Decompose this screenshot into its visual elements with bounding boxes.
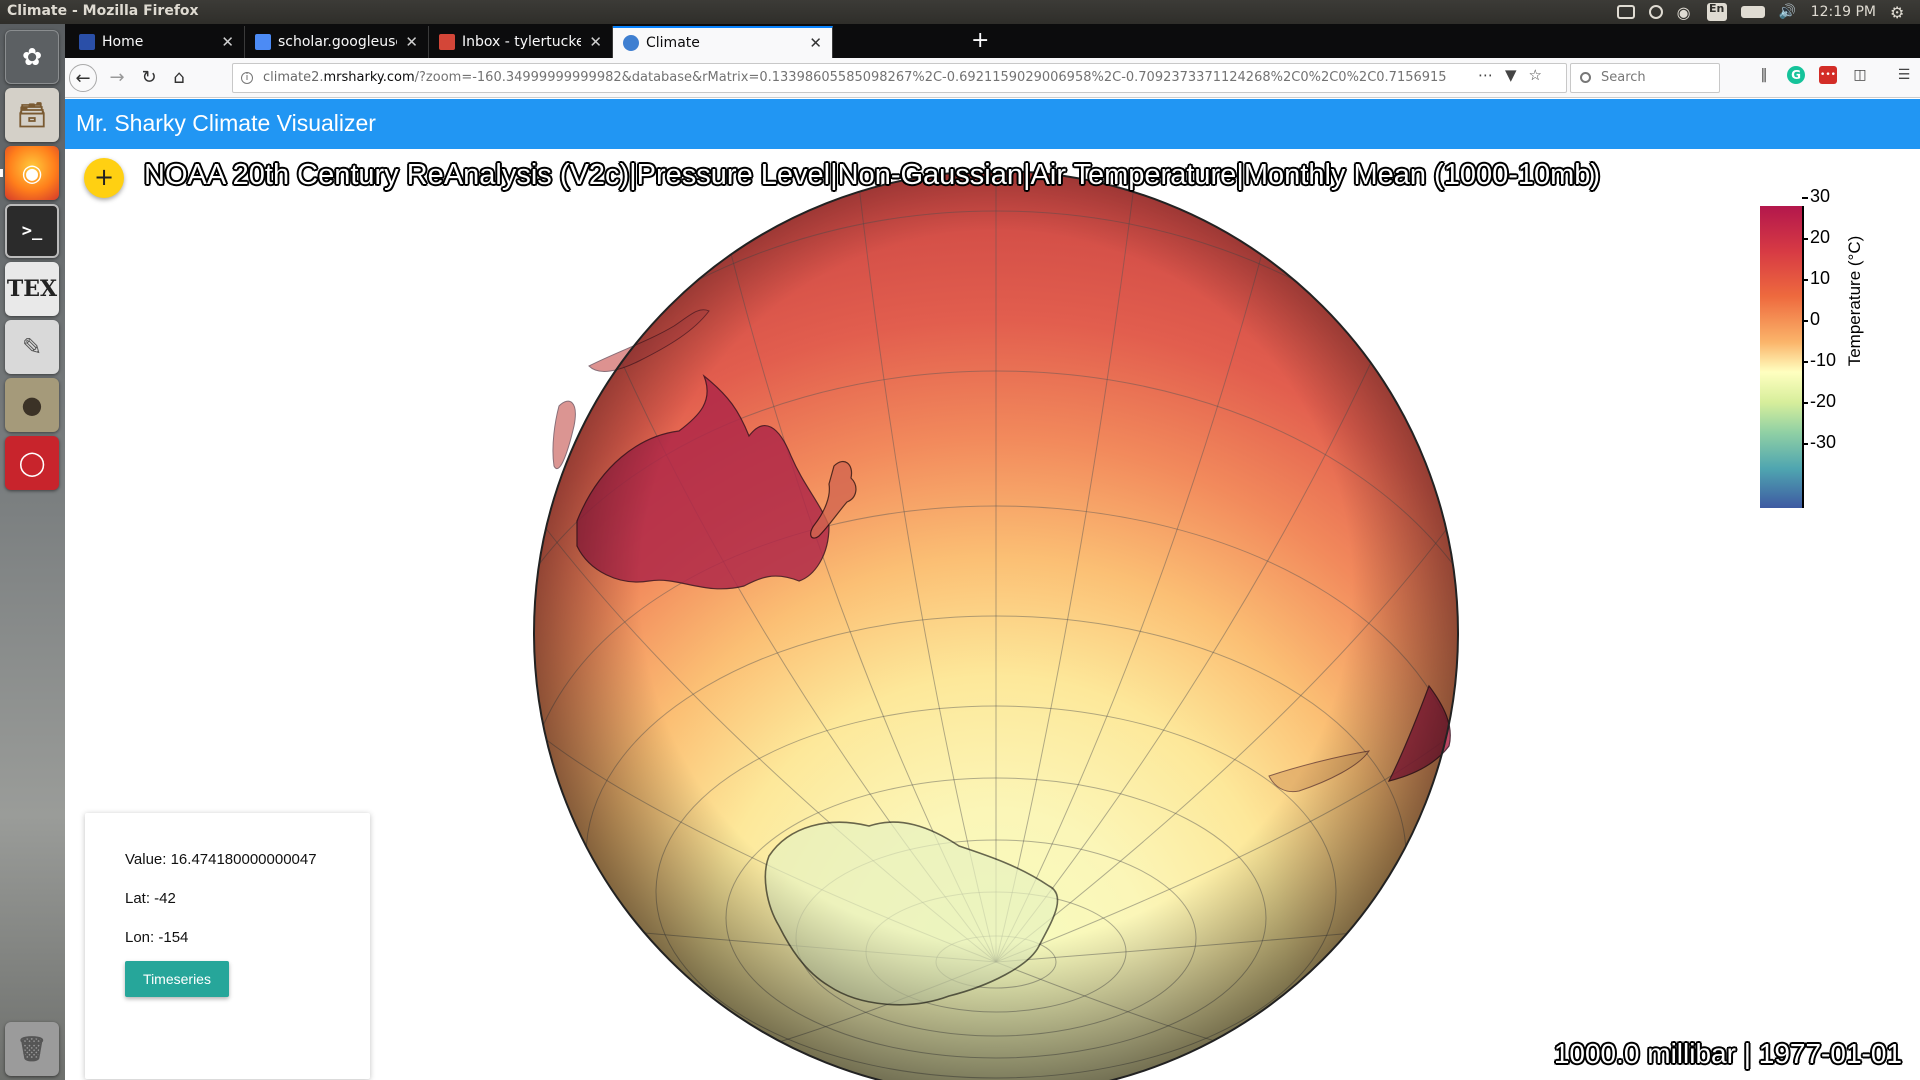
launcher-sidebar: ✿ 🗃 ◉ >_ TEX ✎ ● ◯ 🗑 [0,24,65,1080]
system-tray: ◉ En 🔊 12:19 PM ⚙ [1616,2,1906,22]
wifi-icon[interactable]: ◉ [1677,5,1693,21]
search-icon [1580,72,1591,83]
close-tab-icon[interactable]: ✕ [405,33,418,51]
gimp-icon[interactable]: ● [5,378,59,432]
tab-label: Climate [646,35,700,51]
dropbox-icon[interactable] [1616,5,1635,19]
files-icon[interactable]: 🗃 [5,88,59,142]
window-title: Climate - Mozilla Firefox [7,3,199,19]
app-header: Mr. Sharky Climate Visualizer [65,99,1920,149]
notification-icon[interactable] [1648,5,1663,19]
tab-inbox[interactable]: Inbox - tylertucker202@ ✕ [429,26,613,58]
level-date-label: 1000.0 millibar | 1977-01-01 [1553,1038,1902,1069]
browser-navigation-bar: ← → ↻ ⌂ i climate2.mrsharky.com/?zoom=-1… [65,58,1920,98]
colorbar-axis [1802,206,1804,508]
globe-map[interactable] [529,166,1463,1080]
page-actions-icon[interactable]: ⋯ [1478,66,1493,84]
document-viewer-icon[interactable]: ◯ [5,436,59,490]
point-info-card: Value: 16.474180000000047 Lat: -42 Lon: … [85,813,370,1079]
tab-label: Home [102,34,144,50]
firefox-icon[interactable]: ◉ [5,146,59,200]
bookmark-star-icon[interactable]: ☆ [1529,66,1542,84]
point-latitude: Lat: -42 [125,890,176,907]
tab-label: scholar.googleusercont [278,34,397,50]
toolbar-extensions: ‖ G ••• ◫ ☰ [1755,66,1913,84]
menu-hamburger-icon[interactable]: ☰ [1895,66,1913,84]
lastpass-icon[interactable]: ••• [1819,66,1837,84]
url-path: /?zoom=-160.34999999999982&database&rMat… [414,70,1447,85]
clock[interactable]: 12:19 PM [1811,4,1876,20]
temperature-colorbar [1760,206,1802,508]
app-main: + NOAA 20th Century ReAnalysis (V2c)|Pre… [65,149,1920,1080]
url-prefix: climate2. [263,70,324,85]
url-domain: mrsharky.com [323,70,415,85]
close-tab-icon[interactable]: ✕ [809,34,822,52]
reload-icon[interactable]: ↻ [135,64,163,92]
library-icon[interactable]: ‖ [1755,66,1773,84]
app-title: Mr. Sharky Climate Visualizer [76,110,376,136]
sidebar-icon[interactable]: ◫ [1851,66,1869,84]
url-bar[interactable]: i climate2.mrsharky.com/?zoom=-160.34999… [232,63,1567,93]
scholar-favicon-icon [255,34,271,50]
search-input[interactable]: Search [1570,63,1720,93]
home-icon[interactable]: ⌂ [165,64,193,92]
pocket-icon[interactable]: ▼ [1505,66,1517,84]
battery-icon[interactable] [1740,6,1765,18]
text-editor-icon[interactable]: ✎ [5,320,59,374]
dataset-title: NOAA 20th Century ReAnalysis (V2c)|Press… [144,159,1601,191]
site-info-icon[interactable]: i [241,72,253,84]
url-actions: ⋯ ▼ ☆ [1478,66,1542,84]
new-tab-button[interactable]: + [971,28,989,53]
tab-home[interactable]: Home ✕ [69,26,245,58]
search-placeholder: Search [1601,70,1646,85]
keyboard-layout-indicator[interactable]: En [1706,3,1727,21]
grammarly-icon[interactable]: G [1787,66,1805,84]
timeseries-button[interactable]: Timeseries [125,961,229,997]
back-arrow-icon[interactable]: ← [69,64,97,92]
browser-tab-bar: Home ✕ scholar.googleusercont ✕ Inbox - … [65,24,1920,58]
add-dataset-button[interactable]: + [84,158,124,198]
running-indicator [0,169,3,177]
gmail-favicon-icon [439,34,455,50]
system-settings-icon[interactable]: ⚙ [1890,5,1906,21]
os-top-panel: Climate - Mozilla Firefox ◉ En 🔊 12:19 P… [0,0,1920,24]
tab-label: Inbox - tylertucker202@ [462,34,582,50]
close-tab-icon[interactable]: ✕ [221,33,234,51]
forward-arrow-icon[interactable]: → [103,64,131,92]
point-longitude: Lon: -154 [125,929,189,946]
volume-icon[interactable]: 🔊 [1779,5,1797,19]
tab-climate[interactable]: Climate ✕ [613,26,833,58]
tab-scholar[interactable]: scholar.googleusercont ✕ [245,26,429,58]
climate-favicon-icon [623,35,639,51]
home-favicon-icon [79,34,95,50]
trash-icon[interactable]: 🗑 [5,1022,59,1076]
globe-canvas[interactable] [529,166,1463,1080]
globe-shading [534,171,1458,1080]
terminal-icon[interactable]: >_ [5,204,59,258]
point-value: Value: 16.474180000000047 [125,851,317,868]
texmaker-icon[interactable]: TEX [5,262,59,316]
dash-icon[interactable]: ✿ [5,30,59,84]
close-tab-icon[interactable]: ✕ [589,33,602,51]
